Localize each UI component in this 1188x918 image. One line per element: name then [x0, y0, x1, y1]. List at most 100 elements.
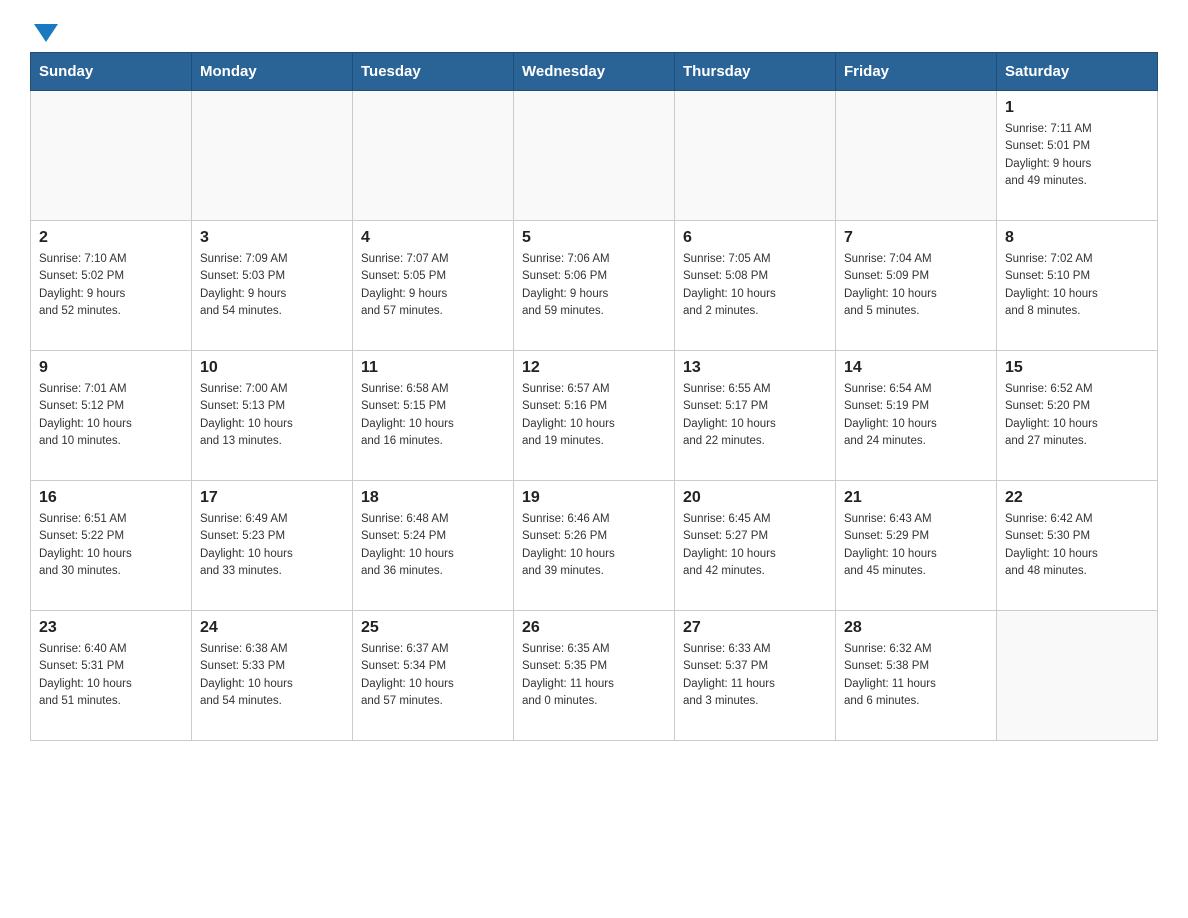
day-number: 1 [1005, 99, 1149, 117]
day-number: 6 [683, 229, 827, 247]
calendar-cell: 1 Sunrise: 7:11 AM Sunset: 5:01 PM Daylig… [997, 91, 1158, 221]
calendar-cell: 2 Sunrise: 7:10 AM Sunset: 5:02 PM Daylig… [31, 221, 192, 351]
day-number: 25 [361, 619, 505, 637]
calendar-cell: 16 Sunrise: 6:51 AM Sunset: 5:22 PM Dayli… [31, 481, 192, 611]
logo-triangle-icon [34, 24, 58, 42]
day-number: 20 [683, 489, 827, 507]
calendar-week-row: 1 Sunrise: 7:11 AM Sunset: 5:01 PM Daylig… [31, 91, 1158, 221]
calendar-cell: 20 Sunrise: 6:45 AM Sunset: 5:27 PM Dayli… [675, 481, 836, 611]
day-sun-info: Sunrise: 7:07 AM Sunset: 5:05 PM Dayligh… [361, 251, 505, 320]
weekday-header-monday: Monday [192, 53, 353, 91]
calendar-week-row: 9 Sunrise: 7:01 AM Sunset: 5:12 PM Daylig… [31, 351, 1158, 481]
calendar-week-row: 2 Sunrise: 7:10 AM Sunset: 5:02 PM Daylig… [31, 221, 1158, 351]
calendar-cell: 3 Sunrise: 7:09 AM Sunset: 5:03 PM Daylig… [192, 221, 353, 351]
day-number: 21 [844, 489, 988, 507]
day-number: 15 [1005, 359, 1149, 377]
day-sun-info: Sunrise: 7:09 AM Sunset: 5:03 PM Dayligh… [200, 251, 344, 320]
day-number: 14 [844, 359, 988, 377]
day-sun-info: Sunrise: 6:57 AM Sunset: 5:16 PM Dayligh… [522, 381, 666, 450]
calendar-cell [192, 91, 353, 221]
day-number: 18 [361, 489, 505, 507]
weekday-header-saturday: Saturday [997, 53, 1158, 91]
day-sun-info: Sunrise: 6:43 AM Sunset: 5:29 PM Dayligh… [844, 511, 988, 580]
day-number: 9 [39, 359, 183, 377]
calendar-cell: 24 Sunrise: 6:38 AM Sunset: 5:33 PM Dayli… [192, 611, 353, 741]
day-sun-info: Sunrise: 6:49 AM Sunset: 5:23 PM Dayligh… [200, 511, 344, 580]
day-sun-info: Sunrise: 6:37 AM Sunset: 5:34 PM Dayligh… [361, 641, 505, 710]
calendar-table: SundayMondayTuesdayWednesdayThursdayFrid… [30, 52, 1158, 741]
calendar-week-row: 16 Sunrise: 6:51 AM Sunset: 5:22 PM Dayli… [31, 481, 1158, 611]
day-number: 8 [1005, 229, 1149, 247]
weekday-header-thursday: Thursday [675, 53, 836, 91]
day-sun-info: Sunrise: 6:55 AM Sunset: 5:17 PM Dayligh… [683, 381, 827, 450]
calendar-cell: 17 Sunrise: 6:49 AM Sunset: 5:23 PM Dayli… [192, 481, 353, 611]
day-number: 7 [844, 229, 988, 247]
weekday-header-friday: Friday [836, 53, 997, 91]
weekday-header-sunday: Sunday [31, 53, 192, 91]
day-number: 3 [200, 229, 344, 247]
day-number: 4 [361, 229, 505, 247]
weekday-header-row: SundayMondayTuesdayWednesdayThursdayFrid… [31, 53, 1158, 91]
day-number: 22 [1005, 489, 1149, 507]
day-sun-info: Sunrise: 7:11 AM Sunset: 5:01 PM Dayligh… [1005, 121, 1149, 190]
day-number: 28 [844, 619, 988, 637]
calendar-cell: 23 Sunrise: 6:40 AM Sunset: 5:31 PM Dayli… [31, 611, 192, 741]
calendar-cell: 11Sunrise: 6:58 AM Sunset: 5:15 PM Dayli… [353, 351, 514, 481]
day-number: 17 [200, 489, 344, 507]
calendar-cell: 19Sunrise: 6:46 AM Sunset: 5:26 PM Dayli… [514, 481, 675, 611]
weekday-header-tuesday: Tuesday [353, 53, 514, 91]
logo [30, 20, 58, 42]
calendar-cell: 15 Sunrise: 6:52 AM Sunset: 5:20 PM Dayli… [997, 351, 1158, 481]
day-sun-info: Sunrise: 6:52 AM Sunset: 5:20 PM Dayligh… [1005, 381, 1149, 450]
day-number: 19 [522, 489, 666, 507]
calendar-cell: 7 Sunrise: 7:04 AM Sunset: 5:09 PM Daylig… [836, 221, 997, 351]
calendar-cell: 14 Sunrise: 6:54 AM Sunset: 5:19 PM Dayli… [836, 351, 997, 481]
day-number: 2 [39, 229, 183, 247]
calendar-cell: 5Sunrise: 7:06 AM Sunset: 5:06 PM Daylig… [514, 221, 675, 351]
day-sun-info: Sunrise: 6:40 AM Sunset: 5:31 PM Dayligh… [39, 641, 183, 710]
calendar-cell: 12 Sunrise: 6:57 AM Sunset: 5:16 PM Dayli… [514, 351, 675, 481]
calendar-cell: 21 Sunrise: 6:43 AM Sunset: 5:29 PM Dayli… [836, 481, 997, 611]
calendar-cell: 26 Sunrise: 6:35 AM Sunset: 5:35 PM Dayli… [514, 611, 675, 741]
calendar-cell: 28 Sunrise: 6:32 AM Sunset: 5:38 PM Dayli… [836, 611, 997, 741]
day-sun-info: Sunrise: 6:35 AM Sunset: 5:35 PM Dayligh… [522, 641, 666, 710]
day-number: 16 [39, 489, 183, 507]
day-sun-info: Sunrise: 7:05 AM Sunset: 5:08 PM Dayligh… [683, 251, 827, 320]
day-sun-info: Sunrise: 6:33 AM Sunset: 5:37 PM Dayligh… [683, 641, 827, 710]
day-sun-info: Sunrise: 6:32 AM Sunset: 5:38 PM Dayligh… [844, 641, 988, 710]
calendar-cell: 8 Sunrise: 7:02 AM Sunset: 5:10 PM Daylig… [997, 221, 1158, 351]
day-sun-info: Sunrise: 6:38 AM Sunset: 5:33 PM Dayligh… [200, 641, 344, 710]
day-sun-info: Sunrise: 7:00 AM Sunset: 5:13 PM Dayligh… [200, 381, 344, 450]
day-sun-info: Sunrise: 7:04 AM Sunset: 5:09 PM Dayligh… [844, 251, 988, 320]
day-number: 11 [361, 359, 505, 377]
day-number: 23 [39, 619, 183, 637]
day-number: 27 [683, 619, 827, 637]
calendar-cell: 6 Sunrise: 7:05 AM Sunset: 5:08 PM Daylig… [675, 221, 836, 351]
day-sun-info: Sunrise: 6:51 AM Sunset: 5:22 PM Dayligh… [39, 511, 183, 580]
calendar-cell [836, 91, 997, 221]
calendar-cell: 13 Sunrise: 6:55 AM Sunset: 5:17 PM Dayli… [675, 351, 836, 481]
calendar-week-row: 23 Sunrise: 6:40 AM Sunset: 5:31 PM Dayli… [31, 611, 1158, 741]
calendar-cell [514, 91, 675, 221]
calendar-cell: 10 Sunrise: 7:00 AM Sunset: 5:13 PM Dayli… [192, 351, 353, 481]
day-number: 24 [200, 619, 344, 637]
day-number: 13 [683, 359, 827, 377]
day-sun-info: Sunrise: 7:01 AM Sunset: 5:12 PM Dayligh… [39, 381, 183, 450]
calendar-cell: 4 Sunrise: 7:07 AM Sunset: 5:05 PM Daylig… [353, 221, 514, 351]
calendar-cell: 25 Sunrise: 6:37 AM Sunset: 5:34 PM Dayli… [353, 611, 514, 741]
day-sun-info: Sunrise: 6:48 AM Sunset: 5:24 PM Dayligh… [361, 511, 505, 580]
calendar-cell: 18 Sunrise: 6:48 AM Sunset: 5:24 PM Dayli… [353, 481, 514, 611]
calendar-cell: 22Sunrise: 6:42 AM Sunset: 5:30 PM Dayli… [997, 481, 1158, 611]
day-sun-info: Sunrise: 6:54 AM Sunset: 5:19 PM Dayligh… [844, 381, 988, 450]
calendar-cell: 27 Sunrise: 6:33 AM Sunset: 5:37 PM Dayli… [675, 611, 836, 741]
day-number: 10 [200, 359, 344, 377]
weekday-header-wednesday: Wednesday [514, 53, 675, 91]
day-number: 26 [522, 619, 666, 637]
day-sun-info: Sunrise: 7:02 AM Sunset: 5:10 PM Dayligh… [1005, 251, 1149, 320]
day-sun-info: Sunrise: 6:45 AM Sunset: 5:27 PM Dayligh… [683, 511, 827, 580]
calendar-cell [997, 611, 1158, 741]
day-sun-info: Sunrise: 7:10 AM Sunset: 5:02 PM Dayligh… [39, 251, 183, 320]
day-number: 12 [522, 359, 666, 377]
calendar-cell [31, 91, 192, 221]
calendar-cell: 9 Sunrise: 7:01 AM Sunset: 5:12 PM Daylig… [31, 351, 192, 481]
